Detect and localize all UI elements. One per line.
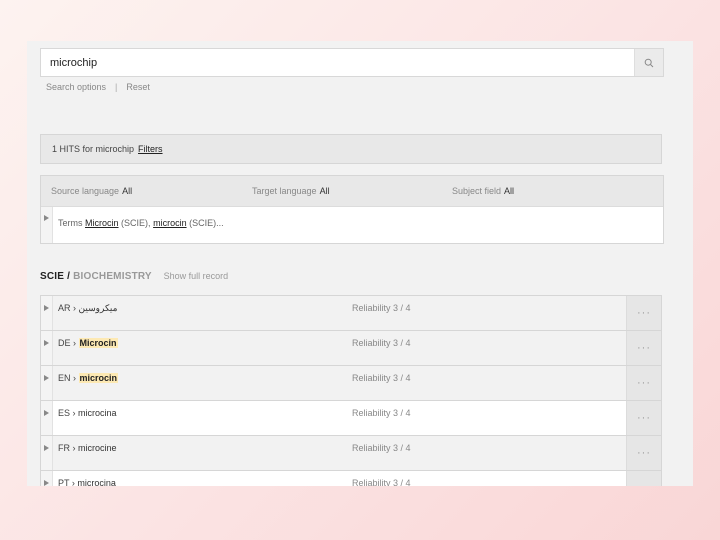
record-language: EN › microcin (58, 373, 119, 383)
term-link[interactable]: Microcin (85, 218, 119, 228)
language-code: AR (58, 303, 71, 313)
language-separator: › (71, 478, 75, 486)
subject-field-filter[interactable]: Subject field All (452, 186, 514, 196)
caret-right-icon (44, 375, 49, 381)
reset-link[interactable]: Reset (126, 82, 150, 92)
filter-box: Source language All Target language All Su… (40, 175, 664, 244)
language-separator: › (72, 443, 76, 453)
record-language: ES › microcina (58, 408, 117, 418)
list-item[interactable]: PT › microcina Reliability 3 / 4 ··· (40, 471, 662, 486)
search-icon (644, 58, 654, 67)
record-term-highlighted: microcin (78, 373, 119, 383)
list-item[interactable]: FR › microcine Reliability 3 / 4 ··· (40, 436, 662, 471)
record-term: ميكروسين (78, 303, 118, 313)
more-dots-icon[interactable]: ··· (626, 401, 661, 435)
expand-toggle[interactable] (41, 471, 53, 486)
expand-toggle[interactable] (41, 331, 53, 365)
language-separator: › (72, 408, 76, 418)
language-code: FR (58, 443, 70, 453)
language-code: EN (58, 373, 71, 383)
search-input[interactable] (41, 49, 635, 76)
record-term: microcina (78, 408, 117, 418)
search-panel: Search options | Reset 1 HITS for microchi… (27, 41, 693, 486)
search-button[interactable] (634, 49, 663, 76)
show-full-record-link[interactable]: Show full record (164, 271, 229, 281)
term-link[interactable]: microcin (153, 218, 187, 228)
more-dots-icon[interactable]: ··· (626, 436, 661, 470)
record-language: DE › Microcin (58, 338, 118, 348)
subject-field-label: Subject field (452, 186, 502, 196)
list-item[interactable]: ES › microcina Reliability 3 / 4 ··· (40, 401, 662, 436)
language-separator: › (73, 338, 77, 348)
caret-right-icon (44, 445, 49, 451)
reliability: Reliability 3 / 4 (352, 303, 411, 313)
language-code: DE (58, 338, 71, 348)
language-separator: › (73, 373, 77, 383)
subject-field-value: All (504, 186, 515, 196)
list-item[interactable]: EN › microcin Reliability 3 / 4 ··· (40, 366, 662, 401)
terms-text: Terms Microcin (SCIE), microcin (SCIE)..… (58, 218, 224, 228)
caret-right-icon (44, 340, 49, 346)
language-separator: › (73, 303, 77, 313)
target-language-value: All (319, 186, 330, 196)
source-language-label: Source language (51, 186, 120, 196)
language-code: ES (58, 408, 71, 418)
list-item[interactable]: DE › Microcin Reliability 3 / 4 ··· (40, 331, 662, 366)
filters-link[interactable]: Filters (138, 144, 163, 154)
domain-label: SCIE / (40, 271, 71, 282)
hits-label: 1 HITS for microchip (52, 144, 135, 154)
links-separator: | (115, 82, 118, 92)
source-language-filter[interactable]: Source language All (51, 186, 132, 196)
record-term-highlighted: Microcin (78, 338, 118, 348)
record-language: AR › ميكروسين (58, 303, 117, 314)
subdomain-label: BIOCHEMISTRY (73, 271, 152, 282)
hits-bar: 1 HITS for microchip Filters (40, 134, 662, 164)
source-language-value: All (122, 186, 133, 196)
expand-toggle[interactable] (41, 401, 53, 435)
record-term: microcina (77, 478, 116, 486)
term-tag: (SCIE), (121, 218, 151, 228)
expand-toggle[interactable] (41, 366, 53, 400)
caret-right-icon (44, 305, 49, 311)
reliability: Reliability 3 / 4 (352, 478, 411, 486)
caret-right-icon (44, 410, 49, 416)
terms-prefix: Terms (58, 218, 83, 228)
term-tag: (SCIE)... (189, 218, 224, 228)
filter-row: Source language All Target language All Su… (41, 176, 663, 207)
record-list: AR › ميكروسين Reliability 3 / 4 ··· DE ›… (40, 295, 662, 486)
terms-row[interactable]: Terms Microcin (SCIE), microcin (SCIE)..… (41, 207, 663, 243)
search-options-link[interactable]: Search options (46, 82, 106, 92)
reliability: Reliability 3 / 4 (352, 373, 411, 383)
language-code: PT (58, 478, 70, 486)
target-language-filter[interactable]: Target language All (252, 186, 330, 196)
search-box (40, 48, 664, 77)
search-links: Search options | Reset (46, 82, 150, 92)
reliability: Reliability 3 / 4 (352, 408, 411, 418)
record-language: PT › microcina (58, 478, 116, 486)
reliability: Reliability 3 / 4 (352, 443, 411, 453)
more-dots-icon[interactable]: ··· (626, 331, 661, 365)
list-item[interactable]: AR › ميكروسين Reliability 3 / 4 ··· (40, 296, 662, 331)
reliability: Reliability 3 / 4 (352, 338, 411, 348)
record-term: microcine (78, 443, 117, 453)
more-dots-icon[interactable]: ··· (626, 366, 661, 400)
target-language-label: Target language (252, 186, 317, 196)
caret-right-icon (44, 215, 49, 221)
record-language: FR › microcine (58, 443, 117, 453)
terms-expand-toggle[interactable] (41, 207, 53, 243)
more-dots-icon[interactable]: ··· (626, 471, 661, 486)
record-section-heading: SCIE / BIOCHEMISTRY Show full record (40, 271, 228, 282)
expand-toggle[interactable] (41, 436, 53, 470)
more-dots-icon[interactable]: ··· (626, 296, 661, 330)
caret-right-icon (44, 480, 49, 486)
expand-toggle[interactable] (41, 296, 53, 330)
